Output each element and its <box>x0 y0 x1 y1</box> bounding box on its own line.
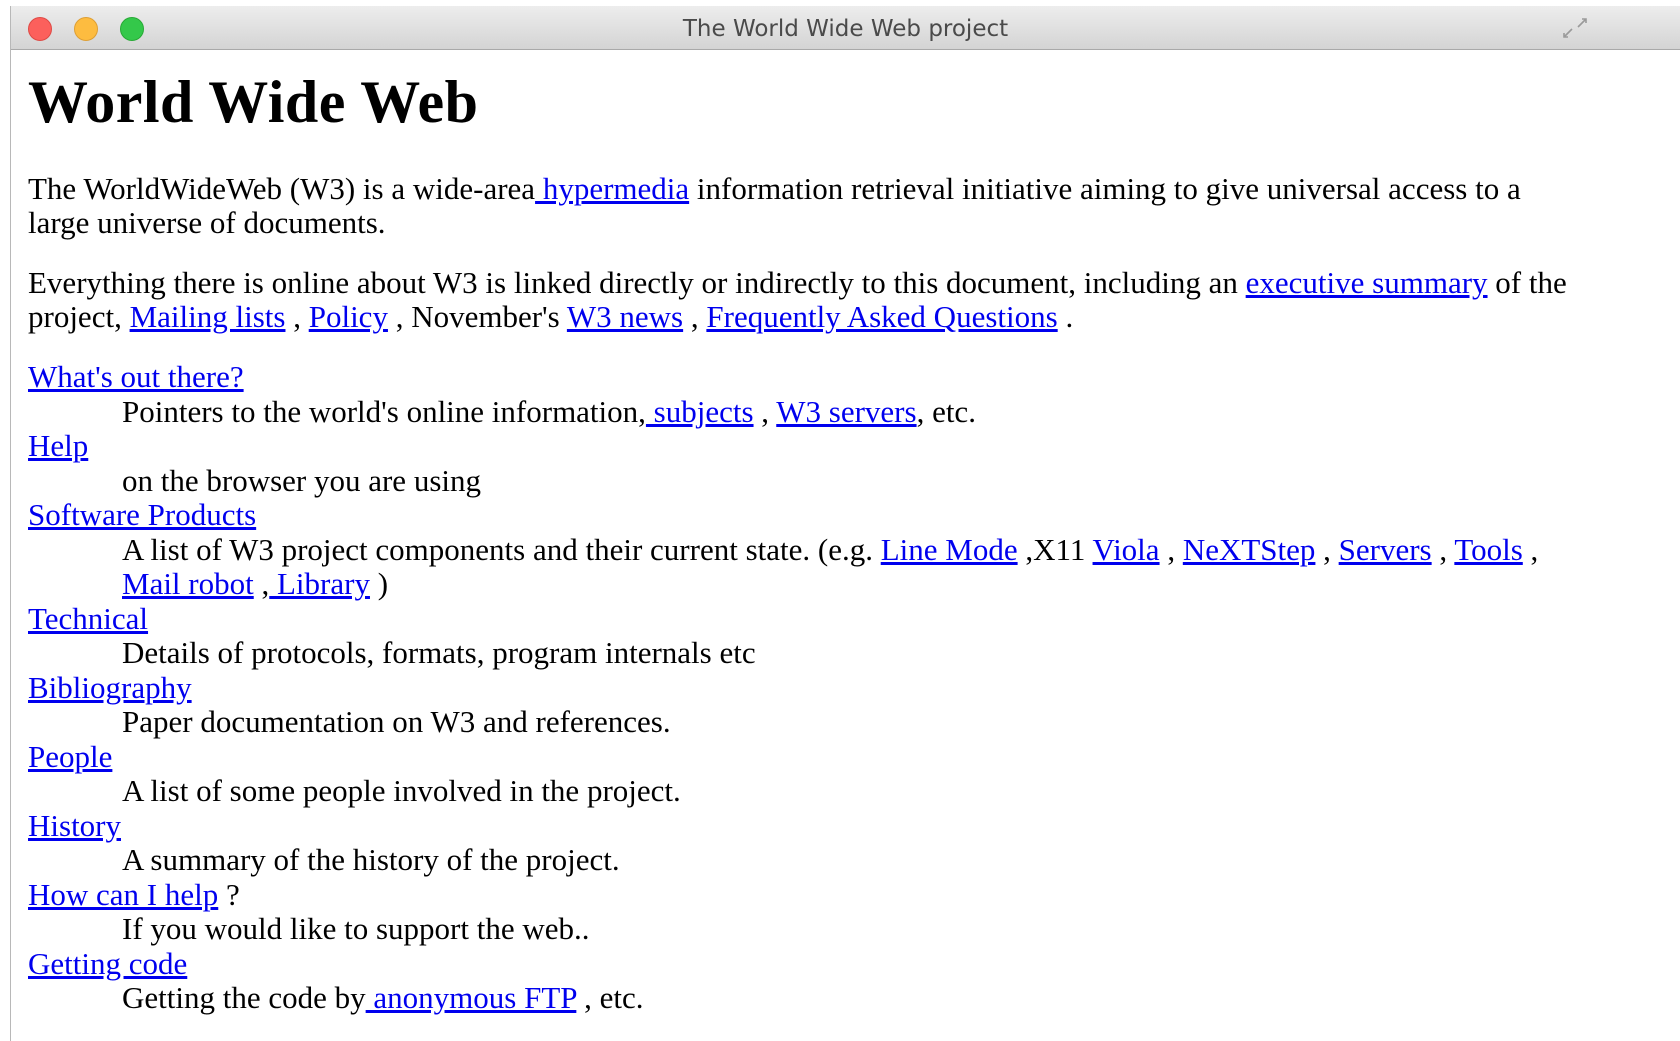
link-history[interactable]: History <box>28 808 121 843</box>
list-item-title: People <box>28 739 1588 775</box>
separator: , <box>1431 531 1455 567</box>
overview-text: Everything there is online about W3 is l… <box>28 265 1246 300</box>
title-suffix: ? <box>218 876 240 912</box>
title-bar[interactable]: The World Wide Web project <box>11 6 1680 50</box>
description-end: , etc. <box>576 980 644 1015</box>
list-item-title: Software Products <box>28 497 1588 533</box>
link-mailing-lists[interactable]: Mailing lists <box>130 299 286 334</box>
link-getting-code[interactable]: Getting code <box>28 946 187 981</box>
link-library[interactable]: Library <box>269 566 370 601</box>
fullscreen-icon[interactable] <box>1562 17 1588 39</box>
topics-list: What's out there? Pointers to the world'… <box>28 359 1588 1016</box>
separator: , <box>1159 531 1183 567</box>
link-technical[interactable]: Technical <box>28 601 148 636</box>
description-text: Getting the code by <box>122 980 366 1015</box>
separator: , <box>253 566 270 601</box>
list-item-description: Getting the code by anonymous FTP , etc. <box>122 980 1588 1016</box>
link-software-products[interactable]: Software Products <box>28 497 256 532</box>
description-text: Pointers to the world's online informati… <box>122 393 646 429</box>
list-item-description: Details of protocols, formats, program i… <box>122 635 756 670</box>
separator: , <box>1522 531 1539 567</box>
link-nextstep[interactable]: NeXTStep <box>1183 532 1316 567</box>
list-item-title: Technical <box>28 601 1588 637</box>
separator: , <box>1315 531 1339 567</box>
list-item-title: History <box>28 808 1588 844</box>
link-policy[interactable]: Policy <box>309 299 388 334</box>
link-help[interactable]: Help <box>28 428 88 463</box>
overview-paragraph: Everything there is online about W3 is l… <box>28 266 1588 334</box>
description-text: , etc. <box>916 393 976 429</box>
list-item-title: Getting code <box>28 946 1588 982</box>
page-heading: World Wide Web <box>28 69 479 135</box>
separator: , <box>683 299 707 334</box>
separator: , <box>753 393 777 429</box>
description-text: A list of W3 project components and thei… <box>122 531 881 567</box>
intro-paragraph: The WorldWideWeb (W3) is a wide-area hyp… <box>28 172 1588 240</box>
list-item-description: A summary of the history of the project. <box>122 842 620 877</box>
list-item-title: Help <box>28 428 1588 464</box>
overview-end: . <box>1057 299 1074 334</box>
list-item-description: A list of W3 project components and thei… <box>122 531 1588 602</box>
link-executive-summary[interactable]: executive summary <box>1246 265 1488 300</box>
link-viola[interactable]: Viola <box>1093 532 1160 567</box>
separator: ,X11 <box>1017 531 1093 567</box>
overview-text-3: , November's <box>387 299 567 334</box>
window-title: The World Wide Web project <box>682 16 1009 42</box>
list-item-description: If you would like to support the web.. <box>122 911 590 946</box>
link-whats-out-there[interactable]: What's out there? <box>28 359 244 394</box>
link-mail-robot[interactable]: Mail robot <box>122 566 254 601</box>
link-people[interactable]: People <box>28 739 112 774</box>
list-item-title: Bibliography <box>28 670 1588 706</box>
list-item-title: How can I help ? <box>28 876 1588 913</box>
link-w3-servers[interactable]: W3 servers <box>776 394 916 429</box>
separator: , <box>285 299 309 334</box>
list-item-description: A list of some people involved in the pr… <box>122 773 681 808</box>
browser-window: The World Wide Web project World Wide We… <box>10 6 1680 1041</box>
link-line-mode[interactable]: Line Mode <box>881 532 1018 567</box>
description-end: ) <box>369 566 389 601</box>
page-content: World Wide Web The WorldWideWeb (W3) is … <box>28 50 1588 1016</box>
link-tools[interactable]: Tools <box>1454 532 1522 567</box>
list-item-description: Paper documentation on W3 and references… <box>122 704 671 739</box>
link-subjects[interactable]: subjects <box>646 394 754 429</box>
list-item-description: Pointers to the world's online informati… <box>122 393 1588 430</box>
link-w3-news[interactable]: W3 news <box>567 299 683 334</box>
link-hypermedia[interactable]: hypermedia <box>535 171 689 206</box>
intro-text: The WorldWideWeb (W3) is a wide-area <box>28 171 536 206</box>
link-servers[interactable]: Servers <box>1339 532 1432 567</box>
list-item-description: on the browser you are using <box>122 462 481 498</box>
link-how-can-i-help[interactable]: How can I help <box>28 877 218 912</box>
link-bibliography[interactable]: Bibliography <box>28 670 192 705</box>
link-anonymous-ftp[interactable]: anonymous FTP <box>366 980 576 1015</box>
link-faq[interactable]: Frequently Asked Questions <box>706 299 1057 334</box>
list-item-title: What's out there? <box>28 359 1588 395</box>
